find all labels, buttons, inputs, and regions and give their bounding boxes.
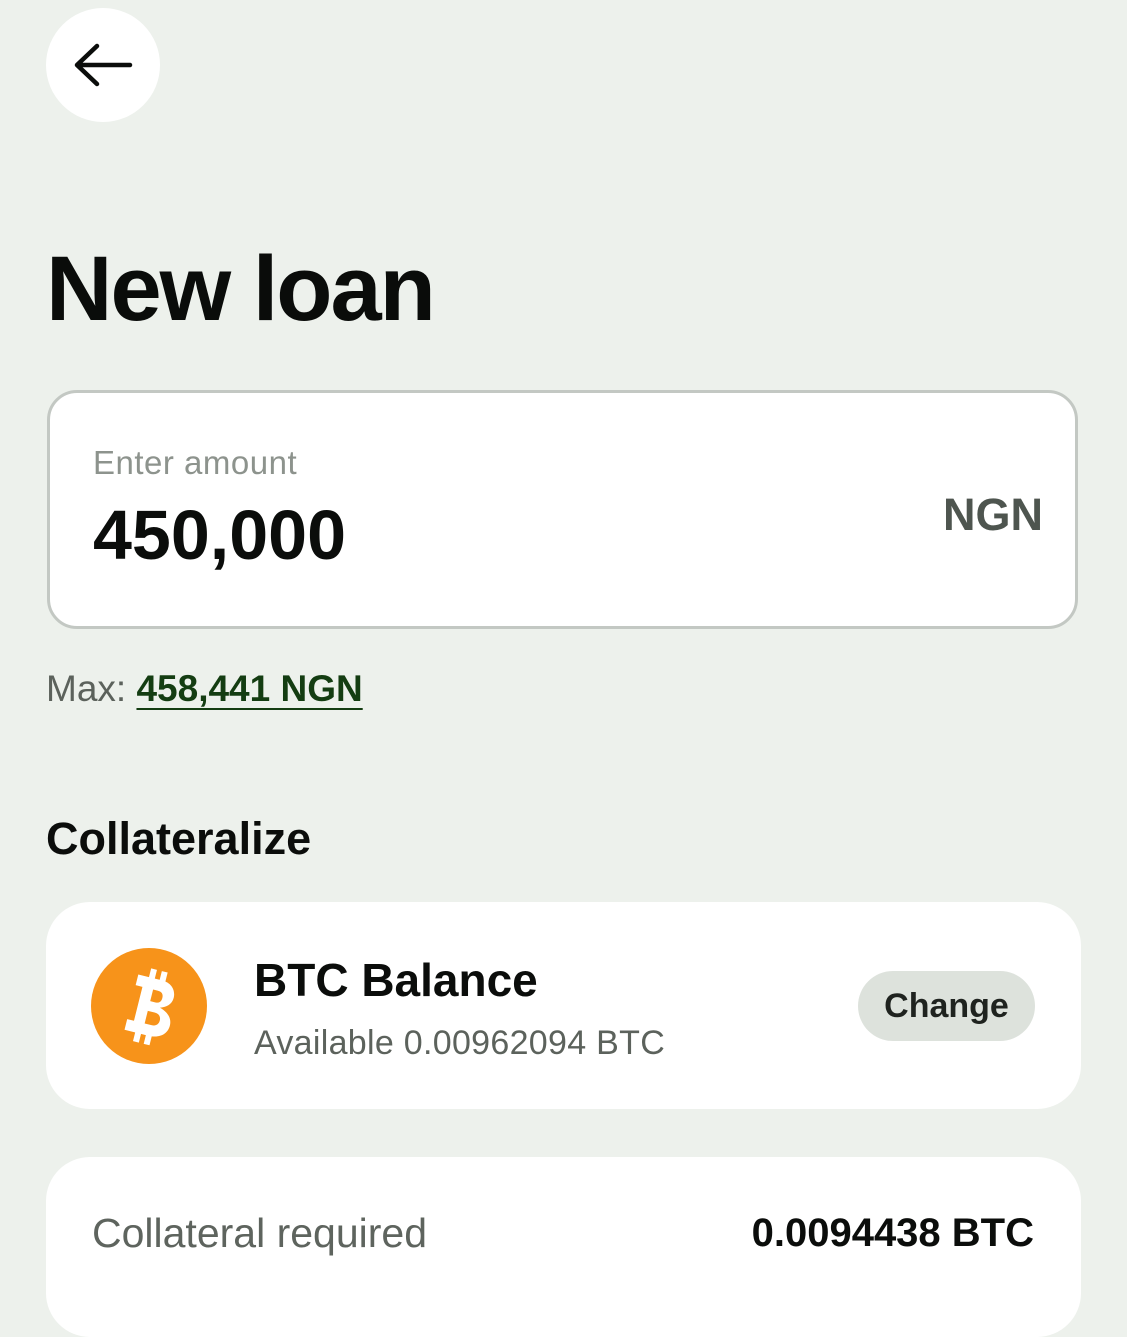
btc-balance-card: BTC Balance Available 0.00962094 BTC Cha… xyxy=(46,902,1081,1109)
currency-label: NGN xyxy=(943,489,1043,540)
bitcoin-icon xyxy=(91,948,207,1064)
balance-title: BTC Balance xyxy=(254,954,538,1006)
max-amount-link[interactable]: 458,441 NGN xyxy=(136,668,362,709)
available-balance: Available 0.00962094 BTC xyxy=(254,1024,666,1062)
collateral-required-label: Collateral required xyxy=(92,1210,428,1256)
amount-input-card[interactable]: Enter amount 450,000 NGN xyxy=(47,390,1078,629)
back-button[interactable] xyxy=(46,8,160,122)
arrow-left-icon xyxy=(74,43,133,87)
amount-label: Enter amount xyxy=(93,444,298,481)
max-label: Max: xyxy=(46,668,127,709)
amount-input[interactable]: 450,000 xyxy=(93,493,346,577)
page-title: New loan xyxy=(46,238,436,340)
change-button[interactable]: Change xyxy=(858,971,1035,1041)
collateral-summary-card: Collateral required 0.0094438 BTC xyxy=(46,1157,1081,1337)
collateral-required-value: 0.0094438 BTC xyxy=(751,1211,1034,1255)
max-amount-row: Max: 458,441 NGN xyxy=(46,666,363,712)
collateralize-heading: Collateralize xyxy=(46,813,312,864)
